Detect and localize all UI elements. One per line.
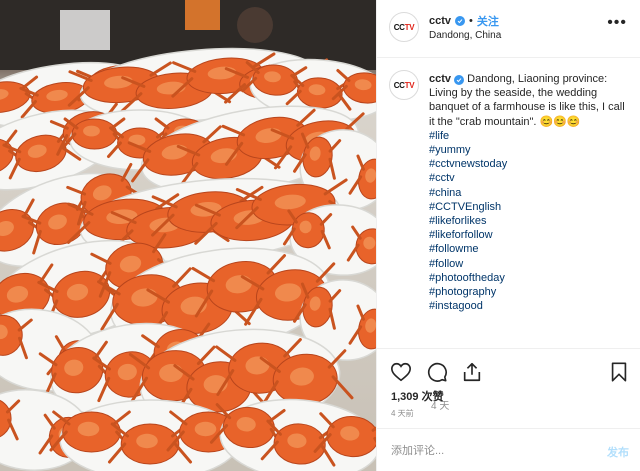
- comment-icon[interactable]: [426, 361, 448, 383]
- post-comment-button[interactable]: 发布: [607, 444, 629, 460]
- location-link[interactable]: Dandong, China: [429, 30, 501, 41]
- avatar[interactable]: CCTV: [389, 12, 419, 42]
- like-count[interactable]: 1,309 次赞: [391, 388, 444, 404]
- comment-input[interactable]: [391, 442, 581, 460]
- bookmark-icon[interactable]: [608, 361, 630, 383]
- posted-time: 4 天前: [391, 409, 414, 418]
- hashtag-link[interactable]: #china: [429, 186, 629, 200]
- hashtag-link[interactable]: #yummy: [429, 143, 629, 157]
- caption-text: cctv Dandong, Liaoning province: Living …: [429, 72, 629, 313]
- hashtag-link[interactable]: #photooftheday: [429, 271, 629, 285]
- verified-badge-icon: [455, 16, 466, 26]
- hashtag-link[interactable]: #cctv: [429, 171, 629, 185]
- verified-badge-icon: [454, 75, 465, 85]
- hashtag-link[interactable]: #likeforfollow: [429, 228, 629, 242]
- more-options-icon[interactable]: •••: [607, 15, 627, 31]
- hashtag-link[interactable]: #likeforlikes: [429, 214, 629, 228]
- post-side-panel: CCTV cctv • 关注 Dandong, China ••• CCTV c…: [376, 0, 640, 471]
- crab-plates-image: [0, 0, 376, 471]
- hashtag-link[interactable]: #life: [429, 129, 629, 143]
- follow-button[interactable]: 关注: [477, 13, 499, 29]
- action-bar: [377, 348, 640, 388]
- avatar-logo: CCTV: [393, 22, 415, 32]
- hashtag-link[interactable]: #followme: [429, 242, 629, 256]
- separator-dot: •: [469, 15, 473, 27]
- caption-username[interactable]: cctv: [429, 73, 451, 85]
- hashtag-link[interactable]: #cctvnewstoday: [429, 157, 629, 171]
- hashtag-link[interactable]: #follow: [429, 257, 629, 271]
- avatar-logo: CCTV: [393, 80, 415, 90]
- hashtag-link[interactable]: #instagood: [429, 299, 629, 313]
- hashtag-list: #life #yummy #cctvnewstoday #cctv #china #CCT…: [429, 129, 629, 314]
- heart-icon[interactable]: [390, 361, 412, 383]
- share-icon[interactable]: [461, 361, 483, 383]
- hashtag-link[interactable]: #photography: [429, 285, 629, 299]
- caption-avatar[interactable]: CCTV: [389, 70, 419, 100]
- header-user-row: cctv • 关注: [429, 13, 499, 29]
- username-link[interactable]: cctv: [429, 15, 451, 27]
- hashtag-link[interactable]: #CCTVEnglish: [429, 200, 629, 214]
- post-header: CCTV cctv • 关注 Dandong, China •••: [377, 0, 640, 58]
- comment-bar: 发布: [377, 428, 640, 471]
- post-photo[interactable]: [0, 0, 376, 471]
